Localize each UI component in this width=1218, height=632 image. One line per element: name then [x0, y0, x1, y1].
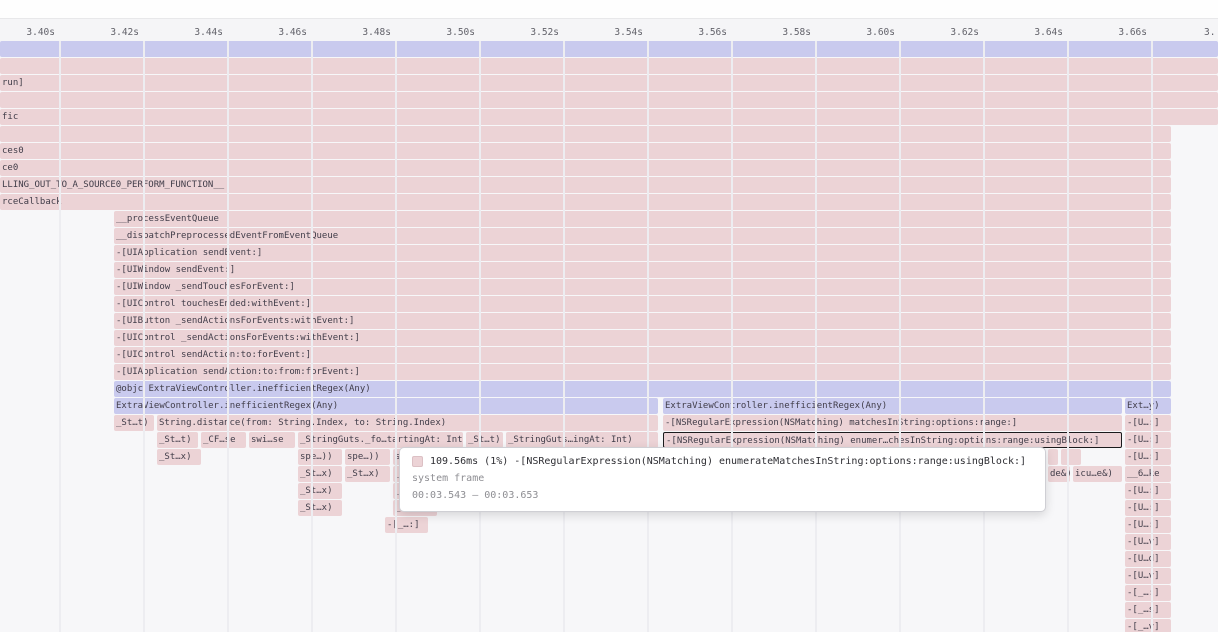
flame-bar[interactable]: -[U…:]	[1125, 483, 1171, 499]
flame-bar[interactable]: -[U…:]	[1125, 432, 1171, 448]
flame-bar[interactable]: __6…ke	[1125, 466, 1171, 482]
flame-bar[interactable]: spe…))	[345, 449, 390, 465]
flame-bar[interactable]: -[U…:]	[1125, 517, 1171, 533]
sample-tooltip: 109.56ms (1%) -[NSRegularExpression(NSMa…	[399, 447, 1046, 512]
flame-bar[interactable]: ce0	[0, 160, 1171, 176]
flame-bar[interactable]: __dispatchPreprocessedEventFromEventQueu…	[114, 228, 1171, 244]
flame-bar[interactable]: -[UIApplication sendEvent:]	[114, 245, 1171, 261]
flame-chart-area[interactable]: run] fic ces0ce0LLING_OUT_TO_A_SOURCE0_PER…	[0, 0, 1218, 632]
gridline	[395, 41, 397, 632]
flame-graph-window: 3.40s3.42s3.44s3.46s3.48s3.50s3.52s3.54s…	[0, 0, 1218, 632]
flame-bar[interactable]: __processEventQueue	[114, 211, 1171, 227]
flame-bar[interactable]: rceCallback	[0, 194, 1171, 210]
flame-bar[interactable]: -[U…v]	[1125, 568, 1171, 584]
flame-bar[interactable]: -[UIApplication sendAction:to:from:forEv…	[114, 364, 1171, 380]
flame-bar[interactable]: _StringGuts…ingAt: Int)	[506, 432, 658, 448]
flame-bar[interactable]	[0, 41, 1218, 57]
flame-bar[interactable]	[0, 126, 1171, 142]
flame-bar[interactable]: icu…e&)	[1073, 466, 1122, 482]
gridline	[563, 41, 565, 632]
flame-bar[interactable]: -[UIWindow sendEvent:]	[114, 262, 1171, 278]
flame-bar[interactable]: @objc ExtraViewController.inefficientReg…	[114, 381, 1171, 397]
gridline	[479, 41, 481, 632]
flame-bar[interactable]: ces0	[0, 143, 1171, 159]
flame-bar[interactable]: fic	[0, 109, 1218, 125]
tooltip-frame-kind: system frame	[412, 473, 1033, 484]
flame-bar[interactable]: -[_…v]	[1125, 619, 1171, 632]
flame-bar[interactable]: -[U…:]	[1125, 500, 1171, 516]
flame-bar[interactable]: _CF…se	[201, 432, 246, 448]
flame-bar[interactable]: _St…t)	[466, 432, 503, 448]
gridline	[983, 41, 985, 632]
flame-bar[interactable]: -[UIWindow _sendTouchesForEvent:]	[114, 279, 1171, 295]
flame-bar[interactable]: _St…x)	[157, 449, 201, 465]
flame-bar[interactable]: -[U…:]	[1125, 415, 1171, 431]
gridline	[227, 41, 229, 632]
gridline	[815, 41, 817, 632]
flame-bar[interactable]: _St…x)	[298, 500, 342, 516]
flame-bar[interactable]: -[U…v]	[1125, 534, 1171, 550]
flame-bar[interactable]: swi…se	[249, 432, 295, 448]
tooltip-title: 109.56ms (1%) -[NSRegularExpression(NSMa…	[430, 456, 1026, 467]
gridline	[59, 41, 61, 632]
flame-bar[interactable]: _St…x)	[298, 483, 342, 499]
gridline	[143, 41, 145, 632]
flame-bar[interactable]: _St…t)	[114, 415, 154, 431]
flame-bar[interactable]: ExtraViewController.inefficientRegex(Any…	[114, 398, 658, 414]
flame-bar[interactable]: LLING_OUT_TO_A_SOURCE0_PERFORM_FUNCTION_…	[0, 177, 1171, 193]
flame-bar[interactable]	[0, 58, 1218, 74]
flame-bar[interactable]	[1061, 449, 1081, 465]
gridline	[1067, 41, 1069, 632]
flame-bar[interactable]: -[UIControl touchesEnded:withEvent:]	[114, 296, 1171, 312]
gridline	[647, 41, 649, 632]
flame-bar[interactable]	[1048, 449, 1058, 465]
flame-bar[interactable]: Ext…y)	[1125, 398, 1171, 414]
category-color-chip-icon	[412, 456, 423, 467]
flame-bar[interactable]: -[UIButton _sendActionsForEvents:withEve…	[114, 313, 1171, 329]
gridline	[1151, 41, 1153, 632]
flame-bar[interactable]: run]	[0, 75, 1218, 91]
flame-bar[interactable]: -[_…s]	[1125, 602, 1171, 618]
gridline	[311, 41, 313, 632]
flame-bar[interactable]: -[_…:]	[385, 517, 428, 533]
gridline	[899, 41, 901, 632]
flame-bar[interactable]: _St…t)	[157, 432, 198, 448]
flame-bar[interactable]: spe…))	[298, 449, 342, 465]
flame-bar[interactable]: -[U…d]	[1125, 551, 1171, 567]
flame-bar[interactable]: _St…x)	[298, 466, 342, 482]
tooltip-time-range: 00:03.543 — 00:03.653	[412, 490, 1033, 501]
flame-bar[interactable]: -[U…:]	[1125, 449, 1171, 465]
flame-bar[interactable]: String.distance(from: String.Index, to: …	[157, 415, 658, 431]
flame-bar[interactable]	[0, 92, 1218, 108]
flame-bar[interactable]: _St…x)	[345, 466, 390, 482]
flame-bar[interactable]: -[UIControl sendAction:to:forEvent:]	[114, 347, 1171, 363]
flame-bar[interactable]: -[UIControl _sendActionsForEvents:withEv…	[114, 330, 1171, 346]
gridline	[731, 41, 733, 632]
flame-bar[interactable]: _StringGuts._fo…tartingAt: Int)	[298, 432, 463, 448]
flame-bar[interactable]: -[_…:]	[1125, 585, 1171, 601]
